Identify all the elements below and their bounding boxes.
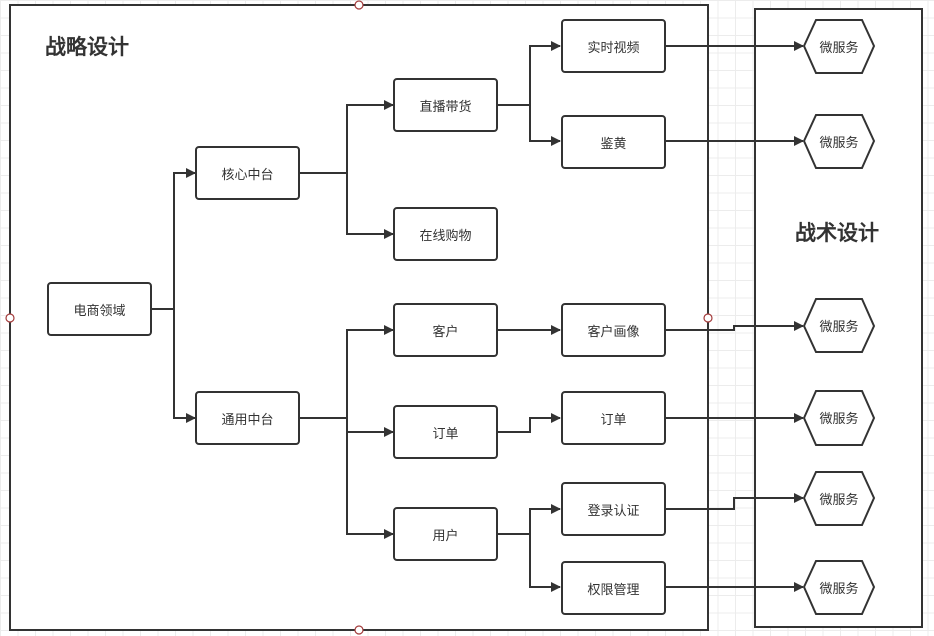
node-permission-mgmt[interactable]: 权限管理 <box>561 561 666 615</box>
node-live-commerce[interactable]: 直播带货 <box>393 78 498 132</box>
connector-common-customer <box>300 325 394 419</box>
connector-order-order2 <box>497 413 561 433</box>
connector-portrait-ms3 <box>666 321 804 331</box>
diagram-canvas: 战略设计 战术设计 电商领域 核心中台 通用中台 直播带货 在线购物 客户 订单… <box>0 0 934 636</box>
node-customer[interactable]: 客户 <box>393 303 498 357</box>
microservice-label: 微服务 <box>819 493 859 508</box>
connector-common-user <box>300 417 394 539</box>
node-core-platform[interactable]: 核心中台 <box>195 146 300 200</box>
node-order[interactable]: 订单 <box>393 405 498 459</box>
microservice-label: 微服务 <box>819 136 859 151</box>
connector-live-video <box>497 41 561 106</box>
node-user[interactable]: 用户 <box>393 507 498 561</box>
connector-root-common <box>151 308 196 423</box>
microservice-label: 微服务 <box>819 412 859 427</box>
node-order-service[interactable]: 订单 <box>561 391 666 445</box>
connector-user-login <box>497 504 561 535</box>
connector-login-ms5 <box>666 493 804 510</box>
microservice-label: 微服务 <box>819 41 859 56</box>
node-porn-detection[interactable]: 鉴黄 <box>561 115 666 169</box>
connector-root-core <box>151 168 196 310</box>
node-ecommerce-domain[interactable]: 电商领域 <box>47 282 152 336</box>
node-login-auth[interactable]: 登录认证 <box>561 482 666 536</box>
connector-live-porn <box>497 104 561 146</box>
node-customer-portrait[interactable]: 客户画像 <box>561 303 666 357</box>
node-common-platform[interactable]: 通用中台 <box>195 391 300 445</box>
node-online-shopping[interactable]: 在线购物 <box>393 207 498 261</box>
connector-core-live <box>300 100 394 174</box>
resize-handle-left[interactable] <box>5 313 15 323</box>
node-realtime-video[interactable]: 实时视频 <box>561 19 666 73</box>
resize-handle-right[interactable] <box>703 313 713 323</box>
microservice-label: 微服务 <box>819 582 859 597</box>
resize-handle-bottom[interactable] <box>354 625 364 635</box>
resize-handle-top[interactable] <box>354 0 364 10</box>
microservice-label: 微服务 <box>819 320 859 335</box>
connector-user-perm <box>497 533 561 592</box>
connector-core-online <box>300 172 394 239</box>
